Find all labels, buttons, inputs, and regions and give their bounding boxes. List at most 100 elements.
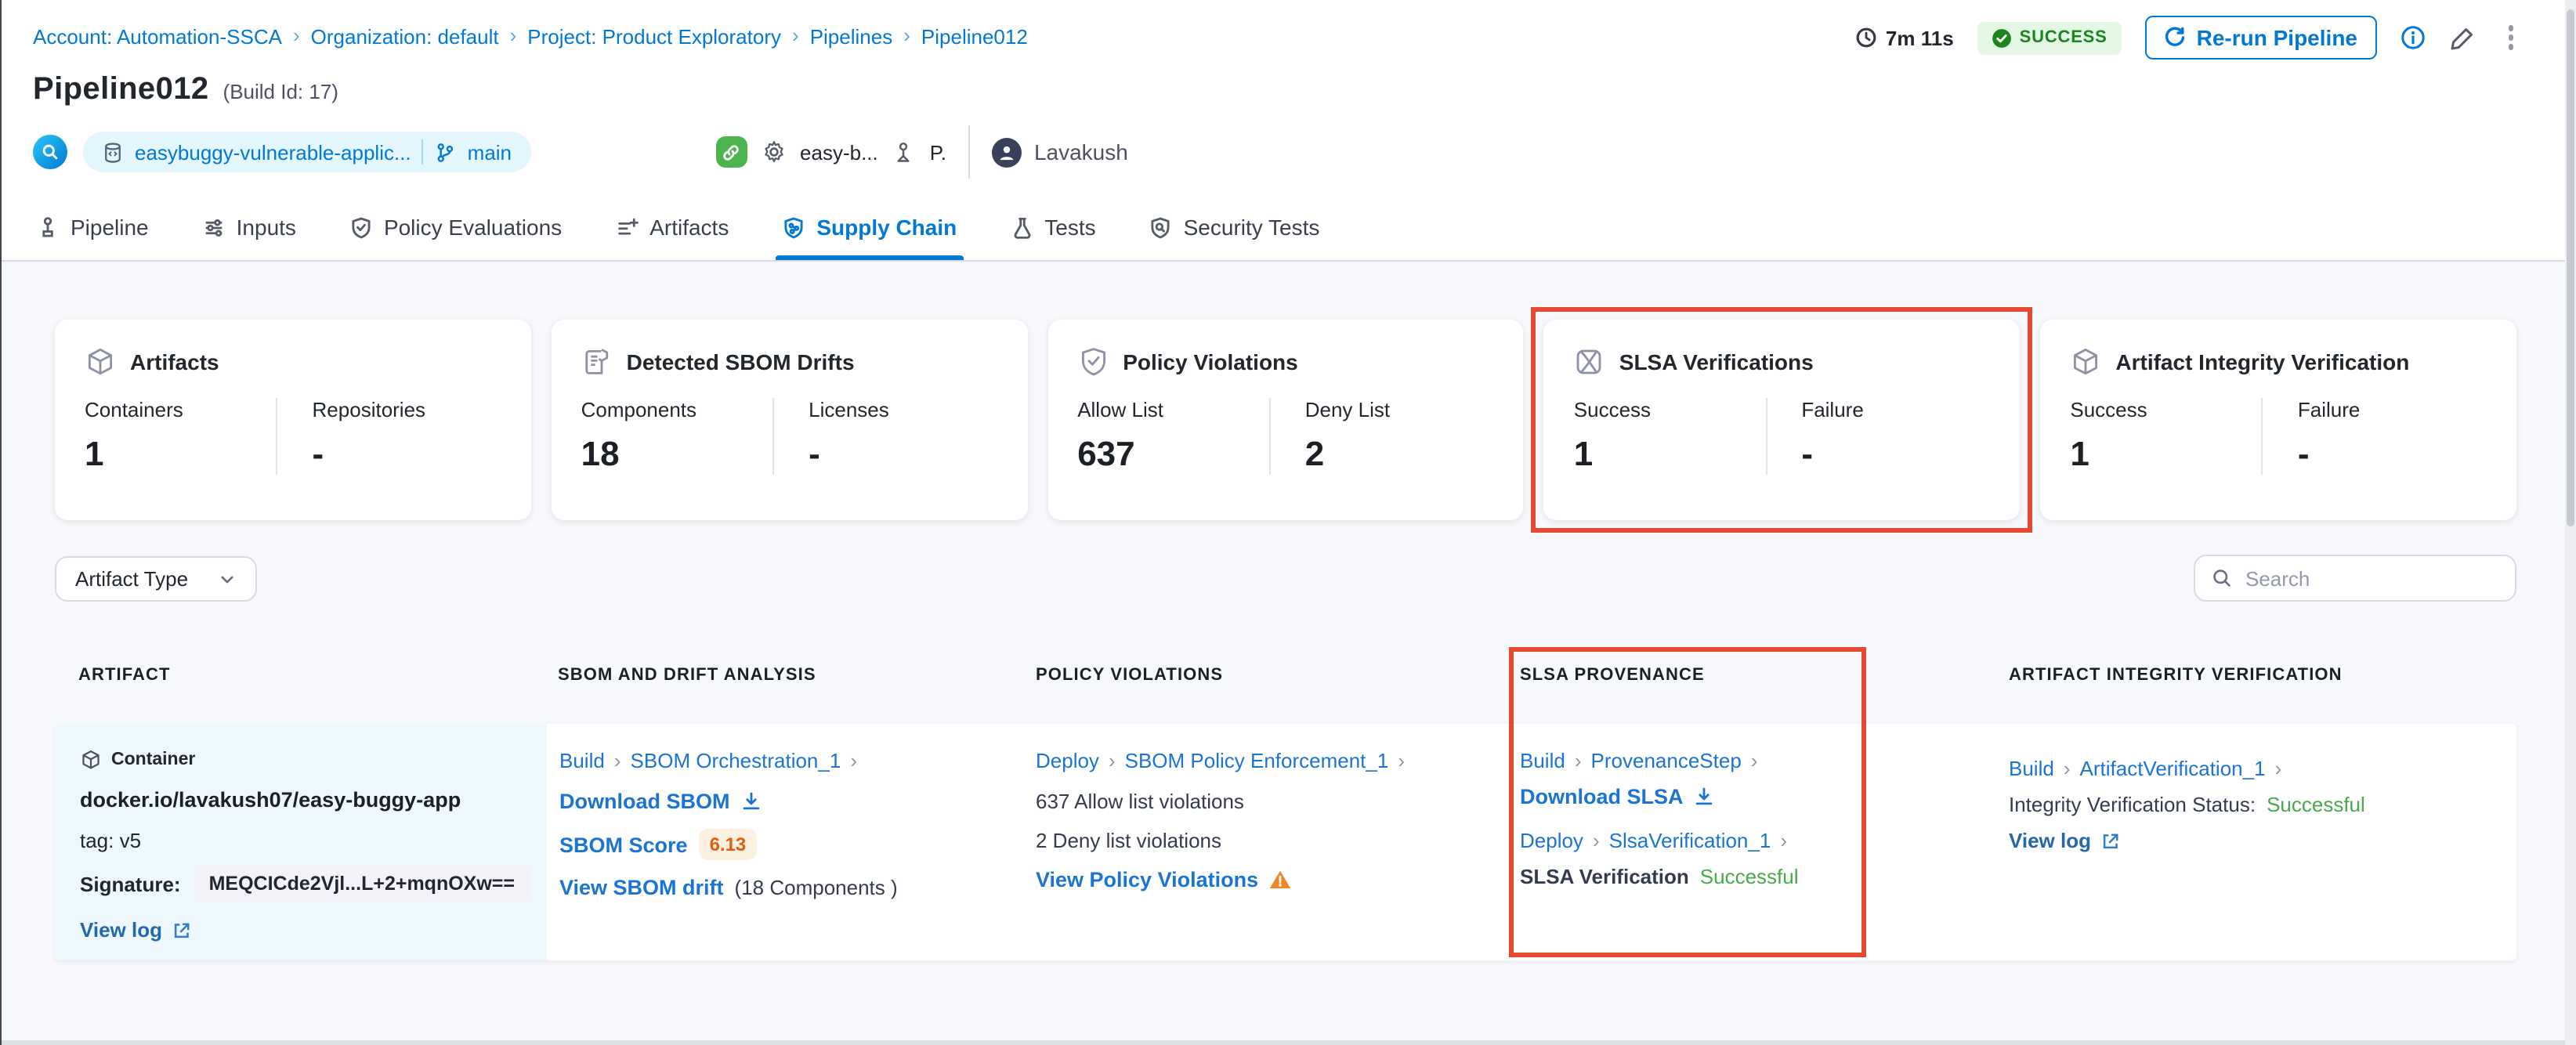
metric-value: 1 [1573, 434, 1594, 473]
table-row: Container docker.io/lavakush07/easy-bugg… [55, 724, 2516, 960]
sbom-score-badge: 6.13 [698, 829, 758, 860]
build-id: (Build Id: 17) [223, 80, 338, 103]
view-policy-violations-link[interactable]: View Policy Violations [1036, 868, 1258, 891]
metric-value: 1 [2070, 434, 2089, 473]
step-link[interactable]: SlsaVerification_1 [1609, 829, 1771, 852]
step-link[interactable]: ProvenanceStep [1591, 749, 1742, 772]
tab-label: Artifacts [649, 215, 729, 240]
pipeline-execution-page: Account: Automation-SSCA › Organization:… [0, 0, 2576, 1045]
check-circle-icon [1992, 28, 2011, 47]
rerun-pipeline-button[interactable]: Re-run Pipeline [2144, 16, 2376, 60]
artifact-type-text: Container [111, 750, 196, 769]
vertical-scrollbar[interactable] [2565, 0, 2576, 1045]
metric-label: Deny List [1304, 398, 1391, 421]
view-log-label: View log [2009, 829, 2091, 852]
step-link[interactable]: SBOM Policy Enforcement_1 [1125, 749, 1389, 772]
top-actions: 7m 11s SUCCESS Re-run Pipeline [1856, 16, 2523, 60]
chevron-right-icon: › [2063, 757, 2071, 780]
trigger-info-group: easy-b... P. [715, 136, 946, 168]
repo-pill[interactable]: easybuggy-vulnerable-applic... main [83, 132, 531, 172]
tab-supply-chain[interactable]: Supply Chain [776, 194, 964, 260]
more-options-icon[interactable] [2498, 23, 2523, 53]
chevron-right-icon: › [850, 749, 857, 772]
page-header: Account: Automation-SSCA › Organization:… [0, 0, 2576, 262]
inputs-icon [205, 219, 222, 236]
delegate-initial: P. [929, 140, 946, 164]
view-log-link[interactable]: View log [80, 918, 525, 942]
chevron-down-icon [221, 575, 233, 583]
cell-artifact: Container docker.io/lavakush07/easy-bugg… [55, 724, 547, 960]
search-input[interactable] [2245, 566, 2480, 590]
cube-icon [82, 750, 99, 769]
artifacts-list-icon [617, 217, 638, 234]
status-badge: SUCCESS [1977, 21, 2122, 54]
breadcrumb: Account: Automation-SSCA › Organization:… [33, 24, 1028, 49]
flask-icon [1013, 216, 1030, 238]
card-policy-violations: Policy Violations Allow List 637 Deny Lis… [1047, 320, 1524, 520]
tab-artifacts[interactable]: Artifacts [612, 194, 732, 260]
refresh-icon [2165, 27, 2184, 46]
tab-label: Pipeline [71, 215, 149, 240]
edit-pencil-icon[interactable] [2448, 24, 2475, 51]
card-title: Artifacts [130, 349, 219, 374]
chevron-right-icon: › [2274, 757, 2282, 780]
stage-link[interactable]: Build [1520, 749, 1565, 772]
step-link[interactable]: ArtifactVerification_1 [2080, 757, 2266, 780]
info-icon[interactable] [2400, 25, 2425, 50]
metric-value: - [2297, 434, 2310, 473]
tab-inputs[interactable]: Inputs [199, 194, 299, 260]
view-sbom-drift-link[interactable]: View SBOM drift [559, 876, 724, 899]
metric-label: Allow List [1077, 398, 1164, 421]
metric-label: Licenses [809, 398, 889, 421]
git-branch-icon [438, 143, 454, 161]
sbom-score-link[interactable]: SBOM Score [559, 833, 688, 856]
stage-link[interactable]: Build [2009, 757, 2054, 780]
cell-integrity: Build › ArtifactVerification_1 › Integri… [2009, 724, 2502, 960]
chevron-right-icon: › [1750, 749, 1758, 772]
view-log-link[interactable]: View log [2009, 829, 2502, 852]
artifact-name: docker.io/lavakush07/easy-buggy-app [80, 788, 461, 812]
column-header-slsa: SLSA PROVENANCE [1520, 666, 1705, 685]
search-icon [2213, 570, 2230, 587]
metric-value: 18 [581, 434, 620, 473]
card-slsa-verifications: SLSA Verifications Success 1 Failure - [1531, 307, 2032, 533]
chevron-right-icon: › [292, 24, 300, 47]
card-title: Detected SBOM Drifts [626, 349, 855, 374]
tab-label: Inputs [236, 215, 296, 240]
cube-icon [89, 349, 112, 375]
branch-name: main [467, 140, 512, 164]
stage-link[interactable]: Build [559, 749, 605, 772]
download-icon [743, 792, 759, 810]
breadcrumb-pipelines[interactable]: Pipelines [810, 25, 893, 49]
tab-tests[interactable]: Tests [1007, 194, 1098, 260]
download-sbom-link[interactable]: Download SBOM [559, 790, 730, 813]
scrollbar-thumb[interactable] [2567, 9, 2574, 526]
tab-label: Tests [1044, 215, 1096, 240]
executed-by: Lavakush [991, 137, 1128, 167]
tab-policy-evaluations[interactable]: Policy Evaluations [346, 194, 565, 260]
pill-divider [421, 139, 424, 165]
stage-link[interactable]: Deploy [1520, 829, 1583, 852]
gear-icon [764, 141, 783, 163]
artifact-type-select[interactable]: Artifact Type [55, 556, 257, 602]
shield-search-icon [1152, 216, 1170, 238]
execution-meta-row: easybuggy-vulnerable-applic... main easy… [33, 125, 1128, 179]
metric-label: Failure [2297, 398, 2361, 421]
execution-duration: 7m 11s [1856, 26, 1954, 49]
cell-slsa: Build › ProvenanceStep › Download SLSA D… [1520, 724, 1896, 960]
tab-security-tests[interactable]: Security Tests [1146, 194, 1323, 260]
webhook-link-icon [715, 136, 747, 168]
status-text: SUCCESS [2019, 28, 2107, 47]
horizontal-scrollbar-track [0, 1040, 2576, 1045]
tab-pipeline[interactable]: Pipeline [33, 194, 152, 260]
signature-value[interactable]: MEQCICde2Vjl...L+2+mqnOXw== [194, 866, 529, 901]
user-avatar-icon [991, 137, 1022, 167]
artifact-type-badge: Container [80, 749, 525, 771]
breadcrumb-account[interactable]: Account: Automation-SSCA [33, 25, 282, 49]
breadcrumb-pipeline012[interactable]: Pipeline012 [921, 25, 1028, 49]
step-link[interactable]: SBOM Orchestration_1 [631, 749, 841, 772]
download-slsa-link[interactable]: Download SLSA [1520, 785, 1684, 808]
breadcrumb-organization[interactable]: Organization: default [311, 25, 499, 49]
breadcrumb-project[interactable]: Project: Product Exploratory [527, 25, 781, 49]
stage-link[interactable]: Deploy [1036, 749, 1099, 772]
